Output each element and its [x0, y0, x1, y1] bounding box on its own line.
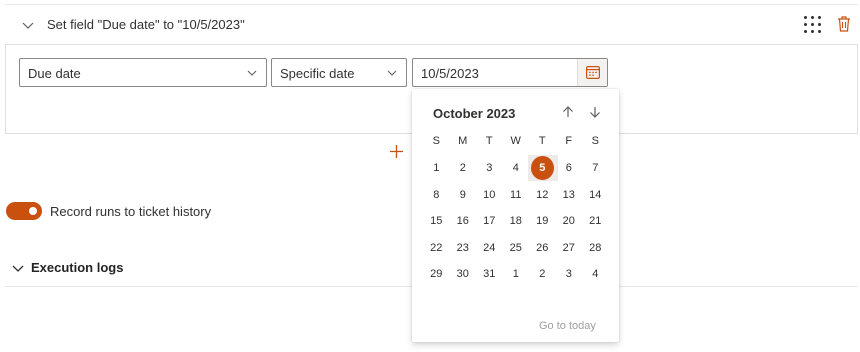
calendar-day[interactable]: 4 [503, 155, 530, 181]
weekday-label: F [565, 135, 573, 147]
selected-day[interactable]: 5 [529, 155, 556, 181]
calendar-day[interactable]: 15 [423, 208, 450, 234]
calendar-day[interactable]: 12 [529, 182, 556, 208]
month-label[interactable]: October 2023 [433, 106, 515, 121]
calendar-day[interactable]: 18 [503, 208, 530, 234]
date-input-value: 10/5/2023 [421, 66, 479, 81]
weekday-label: M [458, 135, 468, 147]
calendar-day[interactable]: 21 [582, 208, 609, 234]
calendar-day[interactable]: 14 [582, 182, 609, 208]
toggle-knob [29, 207, 37, 215]
arrow-up-icon[interactable] [561, 105, 575, 119]
calendar-day[interactable]: 24 [476, 235, 503, 261]
arrow-down-icon[interactable] [588, 105, 602, 119]
calendar-day[interactable]: 16 [450, 208, 477, 234]
calendar-button[interactable] [577, 59, 607, 86]
calendar-icon [586, 66, 600, 79]
field-dropdown-value: Due date [28, 66, 81, 81]
chevron-down-icon[interactable] [12, 262, 24, 274]
calendar-day[interactable]: 23 [450, 235, 477, 261]
action-header: Set field "Due date" to "10/5/2023" [5, 4, 858, 44]
date-mode-value: Specific date [280, 66, 355, 81]
weekday-label: W [510, 135, 521, 147]
calendar-day[interactable]: 30 [450, 261, 477, 287]
calendar-day[interactable]: 31 [476, 261, 503, 287]
weekday-header: SMTWTFS [423, 135, 609, 149]
record-history-toggle[interactable] [6, 202, 42, 220]
calendar-day[interactable]: 2 [529, 261, 556, 287]
chevron-down-icon [247, 70, 257, 76]
calendar-day[interactable]: 28 [582, 235, 609, 261]
calendar-day[interactable]: 11 [503, 182, 530, 208]
weekday-label: S [591, 135, 599, 147]
calendar-day[interactable]: 10 [476, 182, 503, 208]
chevron-down-icon[interactable] [22, 19, 34, 31]
record-history-label: Record runs to ticket history [50, 204, 212, 219]
calendar-day[interactable]: 3 [556, 261, 583, 287]
calendar-day[interactable]: 13 [556, 182, 583, 208]
calendar-day[interactable]: 7 [582, 155, 609, 181]
action-title: Set field "Due date" to "10/5/2023" [47, 17, 245, 32]
field-dropdown[interactable]: Due date [19, 58, 267, 87]
weekday-label: S [432, 135, 440, 147]
chevron-down-icon [387, 70, 397, 76]
execution-logs-title[interactable]: Execution logs [31, 260, 123, 275]
weekday-label: T [538, 135, 546, 147]
drag-handle-icon[interactable] [803, 15, 823, 35]
calendar-day[interactable]: 26 [529, 235, 556, 261]
calendar-day[interactable]: 1 [423, 155, 450, 181]
calendar-day[interactable]: 9 [450, 182, 477, 208]
date-input[interactable]: 10/5/2023 [412, 58, 608, 87]
calendar-day[interactable]: 3 [476, 155, 503, 181]
date-picker-callout: October 2023 SMTWTFS 1 2 3 4 5 6 7 8 9 10 11 12 13 14… [412, 89, 619, 342]
weekday-label: T [485, 135, 493, 147]
date-mode-dropdown[interactable]: Specific date [271, 58, 407, 87]
calendar-day[interactable]: 4 [582, 261, 609, 287]
calendar-day[interactable]: 17 [476, 208, 503, 234]
calendar-day[interactable]: 25 [503, 235, 530, 261]
go-to-today-link[interactable]: Go to today [539, 320, 596, 332]
calendar-day[interactable]: 19 [529, 208, 556, 234]
delete-icon[interactable] [836, 15, 852, 33]
calendar-day[interactable]: 22 [423, 235, 450, 261]
add-action-icon[interactable] [388, 143, 405, 160]
calendar-day[interactable]: 27 [556, 235, 583, 261]
calendar-day[interactable]: 2 [450, 155, 477, 181]
calendar-day[interactable]: 20 [556, 208, 583, 234]
calendar-day[interactable]: 1 [503, 261, 530, 287]
calendar-day[interactable]: 8 [423, 182, 450, 208]
calendar-day[interactable]: 6 [556, 155, 583, 181]
calendar-day[interactable]: 29 [423, 261, 450, 287]
